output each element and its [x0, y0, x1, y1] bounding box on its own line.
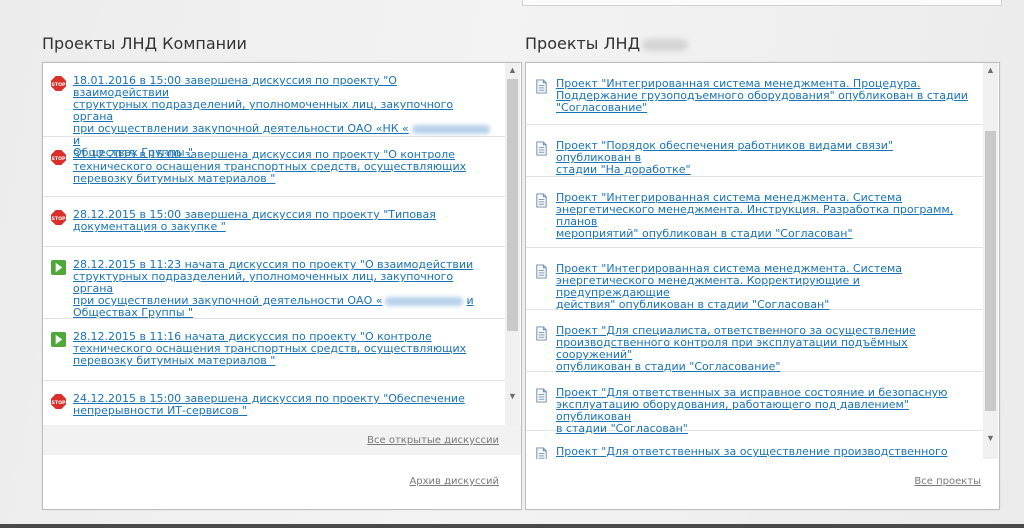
document-icon [536, 326, 547, 341]
item-link[interactable]: Проект "Порядок обеспечения работников в… [556, 140, 971, 176]
item-link[interactable]: 28.12.2015 в 15:00 завершена дискуссия п… [73, 209, 436, 233]
item-link[interactable]: 31.12.2015 в 15:00 завершена дискуссия п… [73, 149, 466, 185]
item-link-text: при осуществлении закупочной деятельност… [73, 122, 409, 135]
item-link-text: "Согласование" [556, 101, 648, 114]
stop-icon: STOP [51, 76, 66, 91]
scroll-up-icon[interactable]: ▲ [983, 65, 998, 75]
document-icon [536, 193, 547, 208]
list-item[interactable]: STOP 28.12.2015 в 15:00 завершена дискусс… [43, 197, 505, 247]
redacted-text [411, 124, 490, 134]
svg-text:STOP: STOP [52, 216, 66, 222]
document-icon [536, 141, 547, 156]
right-projects-list[interactable]: Проект "Интегрированная система менеджме… [526, 63, 983, 459]
left-panel: STOP 18.01.2016 в 15:00 завершена дискусс… [42, 62, 522, 510]
item-link-text: перевозку битумных материалов " [73, 354, 276, 367]
item-link[interactable]: 28.12.2015 в 11:23 начата дискуссия по п… [73, 259, 493, 319]
item-link-text: Обществах Группы " [73, 306, 194, 319]
discussion-archive-link[interactable]: Архив дискуссий [409, 476, 499, 487]
item-link[interactable]: 24.12.2015 в 15:00 завершена дискуссия п… [73, 393, 465, 417]
document-icon [536, 447, 547, 459]
item-link-text: перевозку битумных материалов " [73, 172, 276, 185]
item-link-text: 18.01.2016 в 15:00 завершена дискуссия п… [73, 74, 397, 99]
left-scrollbar[interactable]: ▲ ▼ [505, 63, 520, 425]
item-link[interactable]: 18.01.2016 в 15:00 завершена дискуссия п… [73, 75, 493, 159]
bottom-border [0, 524, 1024, 528]
scroll-up-icon[interactable]: ▲ [505, 65, 520, 75]
item-link[interactable]: Проект "Интегрированная система менеджме… [556, 78, 968, 114]
list-item[interactable]: 28.12.2015 в 11:23 начата дискуссия по п… [43, 247, 505, 319]
left-panel-title: Проекты ЛНД Компании [42, 34, 247, 53]
item-link-text: энергетического менеджмента. Корректирую… [556, 274, 860, 299]
item-link-text: структурных подразделений, уполномоченны… [73, 98, 454, 123]
list-item[interactable]: Проект "Для ответственных за осуществлен… [526, 431, 983, 459]
scroll-down-icon[interactable]: ▼ [983, 433, 998, 443]
stop-icon: STOP [51, 210, 66, 225]
redacted-text [385, 296, 464, 306]
list-item[interactable]: STOP 18.01.2016 в 15:00 завершена дискусс… [43, 63, 505, 159]
item-link[interactable]: Проект "Для ответственных за исправное с… [556, 387, 971, 435]
svg-text:STOP: STOP [52, 156, 66, 162]
item-link-text: в стадии "Согласован" [556, 422, 688, 435]
list-item[interactable]: 28.12.2015 в 11:16 начата дискуссия по п… [43, 319, 505, 381]
document-icon [536, 264, 547, 279]
item-link-text: эксплуатацию оборудования, работающего п… [556, 398, 909, 423]
item-link-text: документация о закупке " [73, 220, 226, 233]
item-link-text: энергетического менеджмента. Инструкция.… [556, 203, 954, 228]
stop-icon: STOP [51, 394, 66, 409]
right-scrollbar[interactable]: ▲ ▼ [983, 63, 998, 459]
all-projects-link[interactable]: Все проекты [914, 476, 981, 487]
play-icon [51, 332, 66, 347]
list-item[interactable]: Проект "Интегрированная система менеджме… [526, 63, 983, 125]
left-discussion-list[interactable]: STOP 18.01.2016 в 15:00 завершена дискусс… [43, 63, 505, 425]
item-link-text: опубликован в стадии "Согласование" [556, 360, 781, 373]
item-link-text: Проект "Порядок обеспечения работников в… [556, 139, 893, 164]
scroll-thumb[interactable] [507, 79, 518, 331]
item-link-text: контроля за безопасной эксплуатацией обо… [556, 457, 961, 460]
document-icon [536, 79, 547, 94]
item-link-text: непрерывности ИТ-сервисов " [73, 404, 248, 417]
redacted-name [642, 38, 689, 51]
item-link-text: стадии "На доработке" [556, 163, 691, 176]
item-link[interactable]: 28.12.2015 в 11:16 начата дискуссия по п… [73, 331, 466, 367]
stop-icon: STOP [51, 150, 66, 165]
top-panel-edge [522, 0, 1002, 6]
all-open-discussions-link[interactable]: Все открытые дискуссии [367, 435, 499, 446]
play-icon [51, 260, 66, 275]
list-item[interactable]: Проект "Для специалиста, ответственного … [526, 310, 983, 373]
svg-text:STOP: STOP [52, 400, 66, 406]
item-link[interactable]: Проект "Интегрированная система менеджме… [556, 263, 971, 311]
list-item[interactable]: Проект "Интегрированная система менеджме… [526, 177, 983, 248]
item-link[interactable]: Проект "Для ответственных за осуществлен… [556, 446, 971, 460]
item-link-text: и [466, 294, 474, 307]
right-panel: Проект "Интегрированная система менеджме… [525, 62, 1000, 510]
scroll-thumb[interactable] [985, 131, 996, 411]
document-icon [536, 388, 547, 403]
item-link-text: производственного контроля при эксплуата… [556, 336, 908, 361]
item-link-text: действия" опубликован в стадии "Согласов… [556, 298, 830, 311]
list-item[interactable]: Проект "Для ответственных за исправное с… [526, 372, 983, 435]
scroll-down-icon[interactable]: ▼ [505, 391, 520, 401]
item-link-text: структурных подразделений, уполномоченны… [73, 270, 454, 295]
svg-text:STOP: STOP [52, 82, 66, 88]
item-link-text: мероприятий" опубликован в стадии "Согла… [556, 227, 853, 240]
list-item[interactable]: Проект "Интегрированная система менеджме… [526, 248, 983, 311]
item-link[interactable]: Проект "Для специалиста, ответственного … [556, 325, 971, 373]
item-link[interactable]: Проект "Интегрированная система менеджме… [556, 192, 971, 240]
right-panel-title: Проекты ЛНД [525, 34, 689, 53]
list-item[interactable]: STOP 24.12.2015 в 15:00 завершена дискусс… [43, 381, 505, 425]
list-item[interactable]: Проект "Порядок обеспечения работников в… [526, 125, 983, 177]
